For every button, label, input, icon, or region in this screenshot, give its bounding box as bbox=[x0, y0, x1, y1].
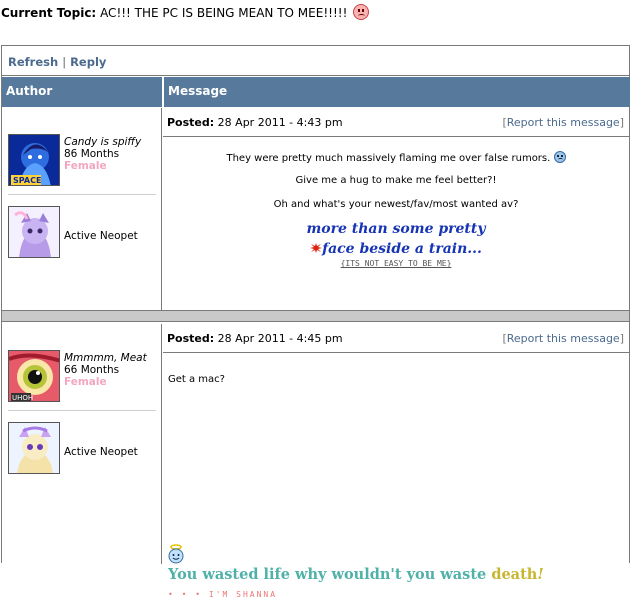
user-box: SPACE Candy is spiffy 86 Months Female bbox=[8, 134, 156, 190]
refresh-link[interactable]: Refresh bbox=[8, 55, 58, 69]
avatar[interactable]: SPACE bbox=[8, 134, 60, 186]
author-divider bbox=[8, 410, 156, 411]
username[interactable]: Mmmmm, Meat bbox=[64, 352, 164, 364]
message-line: Oh and what's your newest/fav/most wante… bbox=[273, 199, 519, 210]
post-message-panel: Posted: 28 Apr 2011 - 4:45 pm [Report th… bbox=[163, 324, 629, 599]
posted-label: Posted: bbox=[167, 332, 215, 345]
post-message-panel: Posted: 28 Apr 2011 - 4:43 pm [Report th… bbox=[163, 108, 629, 310]
user-box: UHOH Mmmmm, Meat 66 Months Female bbox=[8, 350, 156, 406]
signature-line: {ITS NOT EASY TO BE ME} bbox=[340, 259, 452, 268]
current-topic: Current Topic: AC!!! THE PC IS BEING MEA… bbox=[1, 4, 370, 20]
action-separator: | bbox=[62, 55, 67, 69]
gender: Female bbox=[64, 160, 107, 172]
user-info: Mmmmm, Meat 66 Months Female bbox=[64, 352, 164, 388]
pet-status: Active Neopet bbox=[64, 446, 138, 458]
post-author-panel: SPACE Candy is spiffy 86 Months Female A… bbox=[2, 108, 162, 310]
active-pet: Active Neopet bbox=[8, 422, 156, 476]
username[interactable]: Candy is spiffy bbox=[64, 136, 164, 148]
author-divider bbox=[8, 194, 156, 195]
splat-icon bbox=[310, 243, 323, 253]
topic-title: AC!!! THE PC IS BEING MEAN TO MEE!!!!! bbox=[100, 6, 348, 20]
frown-icon bbox=[353, 4, 370, 20]
pet-image[interactable] bbox=[8, 206, 60, 258]
message-body: Get a mac? bbox=[168, 374, 225, 385]
post-1: SPACE Candy is spiffy 86 Months Female A… bbox=[2, 108, 629, 310]
halo-smiley-icon bbox=[168, 544, 184, 564]
author-column-header: Author bbox=[2, 77, 162, 107]
posted-label: Posted: bbox=[167, 116, 215, 129]
account-age: 66 Months bbox=[64, 364, 120, 376]
message-board: Refresh | Reply Author Message SPACE Can… bbox=[1, 45, 630, 599]
gender: Female bbox=[64, 376, 107, 388]
message-line: Give me a hug to make me feel better?! bbox=[295, 175, 497, 186]
signature-line: face beside a train... bbox=[322, 241, 482, 257]
posted-date: 28 Apr 2011 - 4:45 pm bbox=[217, 332, 343, 345]
sad-face-icon bbox=[553, 151, 566, 163]
post-author-panel: UHOH Mmmmm, Meat 66 Months Female Active… bbox=[2, 324, 162, 564]
signature-line: You wasted life why wouldn't you waste d… bbox=[168, 566, 544, 583]
avatar[interactable]: UHOH bbox=[8, 350, 60, 402]
post-2: UHOH Mmmmm, Meat 66 Months Female Active… bbox=[2, 324, 629, 599]
report-message-link[interactable]: [Report this message] bbox=[502, 332, 624, 345]
post-meta: Posted: 28 Apr 2011 - 4:45 pm [Report th… bbox=[163, 324, 629, 353]
posted-date: 28 Apr 2011 - 4:43 pm bbox=[217, 116, 343, 129]
reply-link[interactable]: Reply bbox=[70, 55, 106, 69]
topic-actions: Refresh | Reply bbox=[2, 46, 629, 76]
message-column-header: Message bbox=[163, 77, 630, 107]
signature-line: more than some pretty bbox=[306, 221, 486, 237]
account-age: 86 Months bbox=[64, 148, 120, 160]
user-info: Candy is spiffy 86 Months Female bbox=[64, 136, 164, 172]
active-pet: Active Neopet bbox=[8, 206, 156, 260]
post-meta: Posted: 28 Apr 2011 - 4:43 pm [Report th… bbox=[163, 108, 629, 137]
message-line: They were pretty much massively flaming … bbox=[226, 153, 551, 164]
report-message-link[interactable]: [Report this message] bbox=[502, 116, 624, 129]
pet-status: Active Neopet bbox=[64, 230, 138, 242]
message-body: They were pretty much massively flaming … bbox=[163, 137, 629, 268]
signature-tag: • • • I'M SHANNA bbox=[168, 590, 278, 599]
pet-image[interactable] bbox=[8, 422, 60, 474]
svg-text:SPACE: SPACE bbox=[13, 176, 41, 185]
svg-text:UHOH: UHOH bbox=[12, 394, 33, 402]
topic-label: Current Topic: bbox=[1, 6, 97, 20]
post-separator bbox=[2, 310, 629, 322]
